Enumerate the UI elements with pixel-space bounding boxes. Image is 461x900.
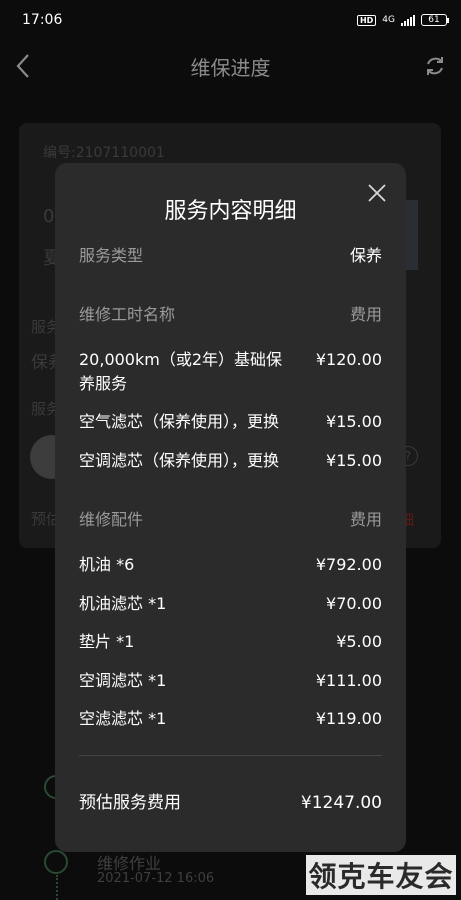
total-label: 预估服务费用 xyxy=(79,793,181,813)
status-bar: 17:06 HD 4G 61 xyxy=(0,0,461,40)
labor-item-name: 20,000km（或2年）基础保养服务 xyxy=(79,350,283,393)
labor-item-fee: ¥120.00 xyxy=(315,350,382,369)
back-icon[interactable] xyxy=(12,52,36,80)
service-detail-modal: 服务内容明细 服务类型 保养 维修工时名称 费用 20,000km（或2年）基础… xyxy=(55,163,406,852)
parts-item: 空滤滤芯 *1 ¥119.00 xyxy=(79,707,382,731)
service-type-label: 服务类型 xyxy=(79,246,144,265)
parts-item: 机油滤芯 *1 ¥70.00 xyxy=(79,592,382,616)
parts-header-row: 维修配件 费用 xyxy=(79,508,382,532)
labor-item-fee: ¥15.00 xyxy=(326,412,382,431)
battery-level: 61 xyxy=(428,15,440,25)
parts-item-name: 机油滤芯 *1 xyxy=(79,594,167,613)
parts-header: 维修配件 xyxy=(79,510,144,529)
labor-item: 空调滤芯（保养使用），更换 ¥15.00 xyxy=(79,449,382,473)
total-row: 预估服务费用 ¥1247.00 xyxy=(79,791,382,815)
parts-item: 空调滤芯 *1 ¥111.00 xyxy=(79,669,382,693)
labor-header: 维修工时名称 xyxy=(79,305,176,324)
parts-item-fee: ¥70.00 xyxy=(326,594,382,613)
bg-fragment: 0 xyxy=(43,206,55,227)
network-type: 4G xyxy=(382,15,395,25)
close-icon[interactable] xyxy=(367,183,387,203)
labor-item: 空气滤芯（保养使用），更换 ¥15.00 xyxy=(79,410,382,434)
parts-item-name: 垫片 *1 xyxy=(79,632,135,651)
labor-item-fee: ¥15.00 xyxy=(326,451,382,470)
battery-icon: 61 xyxy=(421,14,449,26)
timeline-line xyxy=(56,875,58,900)
parts-item-name: 空调滤芯 *1 xyxy=(79,671,167,690)
parts-item-fee: ¥119.00 xyxy=(315,709,382,728)
modal-title: 服务内容明细 xyxy=(164,199,297,224)
parts-item-name: 机油 *6 xyxy=(79,555,135,574)
labor-header-row: 维修工时名称 费用 xyxy=(79,303,382,327)
parts-item: 机油 *6 ¥792.00 xyxy=(79,553,382,577)
labor-fee-header: 费用 xyxy=(349,305,382,324)
service-type-row: 服务类型 保养 xyxy=(79,244,382,268)
timeline-check-icon xyxy=(44,850,68,874)
labor-item-name: 空调滤芯（保养使用），更换 xyxy=(79,451,280,470)
parts-item-fee: ¥111.00 xyxy=(315,671,382,690)
page-title: 维保进度 xyxy=(190,55,271,80)
status-time: 17:06 xyxy=(22,12,63,28)
order-number: 编号:2107110001 xyxy=(43,145,165,161)
labor-item-name: 空气滤芯（保养使用），更换 xyxy=(79,412,280,431)
timeline-step-time: 2021-07-12 16:06 xyxy=(97,871,215,886)
watermark-logo: 领克车友会 xyxy=(306,855,456,895)
refresh-icon[interactable] xyxy=(423,54,447,78)
status-icons: HD 4G 61 xyxy=(356,14,449,26)
service-type-value: 保养 xyxy=(349,246,382,265)
parts-item: 垫片 *1 ¥5.00 xyxy=(79,630,382,654)
parts-fee-header: 费用 xyxy=(349,510,382,529)
signal-icon xyxy=(401,14,415,26)
parts-item-name: 空滤滤芯 *1 xyxy=(79,709,167,728)
total-value: ¥1247.00 xyxy=(300,793,382,813)
divider xyxy=(79,755,382,756)
labor-item: 20,000km（或2年）基础保养服务 ¥120.00 xyxy=(79,348,382,396)
hd-icon: HD xyxy=(356,14,377,26)
app-header: 维保进度 xyxy=(0,40,461,92)
parts-item-fee: ¥792.00 xyxy=(315,555,382,574)
parts-item-fee: ¥5.00 xyxy=(336,632,382,651)
